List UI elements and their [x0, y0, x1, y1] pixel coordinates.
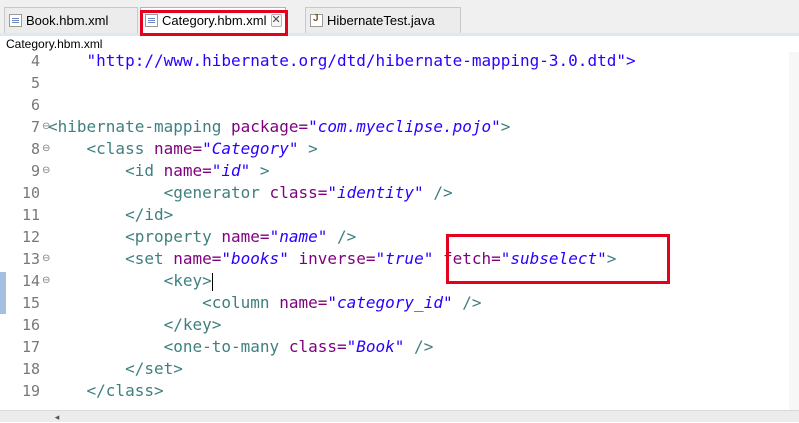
line-number: 6: [30, 96, 40, 114]
line-number: 5: [30, 74, 40, 92]
horizontal-scrollbar[interactable]: ◂: [0, 410, 799, 422]
line-number: 19: [21, 382, 40, 400]
code-line-11: </id>: [48, 204, 173, 226]
attribute: fetch=: [433, 249, 501, 268]
line-number: 12: [21, 228, 40, 246]
attribute: inverse=: [288, 249, 376, 268]
tab-hibernatetest-java[interactable]: HibernateTest.java: [305, 7, 461, 33]
code-line-14: <key>: [48, 270, 213, 292]
tag: <hibernate-mapping: [48, 117, 222, 136]
line-number: 13: [21, 250, 40, 268]
tag: <key>: [48, 271, 212, 290]
attribute-value: "id": [211, 161, 251, 180]
tag-close: >: [250, 161, 270, 180]
attribute-value: "subselect": [500, 249, 607, 268]
code-line-16: </key>: [48, 314, 222, 336]
line-number: 16: [21, 316, 40, 334]
attribute: package=: [221, 117, 309, 136]
doctype-url: "http://www.hibernate.org/dtd/hibernate-…: [48, 51, 636, 70]
tag: <set: [48, 249, 164, 268]
attribute-value: "name": [269, 227, 328, 246]
tag-close: />: [423, 183, 453, 202]
tag-close: />: [404, 337, 434, 356]
line-number: 10: [21, 184, 40, 202]
code-line-12: <property name="name" />: [48, 226, 356, 248]
line-number-gutter: 4 5 6 7 8 9 10 11 12 13 14 15 16 17 18 1…: [6, 52, 50, 410]
java-file-icon: [310, 13, 323, 27]
tag: </set>: [48, 359, 183, 378]
line-number: 11: [21, 206, 40, 224]
line-number: 15: [21, 294, 40, 312]
line-number: 8: [30, 140, 40, 158]
xml-file-icon: [145, 14, 158, 27]
code-line-13: <set name="books" inverse="true" fetch="…: [48, 248, 616, 270]
code-line-10: <generator class="identity" />: [48, 182, 453, 204]
tag: </key>: [48, 315, 222, 334]
tab-label: Book.hbm.xml: [26, 13, 109, 28]
code-line-17: <one-to-many class="Book" />: [48, 336, 434, 358]
vertical-scrollbar[interactable]: [789, 52, 799, 410]
code-line-4: "http://www.hibernate.org/dtd/hibernate-…: [48, 50, 636, 72]
code-line-15: <column name="category_id" />: [48, 292, 482, 314]
attribute-value: "Book": [346, 337, 405, 356]
line-number: 14: [21, 272, 40, 290]
tag: </id>: [48, 205, 174, 224]
xml-editor[interactable]: 4 5 6 7 8 9 10 11 12 13 14 15 16 17 18 1…: [0, 50, 799, 410]
tag-close: >: [606, 249, 617, 268]
code-line-18: </set>: [48, 358, 183, 380]
attribute: class=: [279, 337, 347, 356]
attribute-value: "com.myeclipse.pojo": [308, 117, 501, 136]
tag: </class>: [48, 381, 164, 400]
line-number: 4: [30, 52, 40, 70]
tag-close: >: [500, 117, 511, 136]
tab-book-hbm-xml[interactable]: Book.hbm.xml: [4, 7, 138, 33]
attribute-value: "true": [375, 249, 434, 268]
code-line-7: <hibernate-mapping package="com.myeclips…: [48, 116, 510, 138]
tab-label: HibernateTest.java: [327, 13, 435, 28]
editor-tab-bar: Book.hbm.xml Category.hbm.xml ✕ Hibernat…: [0, 0, 799, 36]
tag: <id: [48, 161, 154, 180]
attribute-value: "Category": [202, 139, 299, 158]
close-icon[interactable]: ✕: [270, 14, 282, 27]
tag: <property: [48, 227, 212, 246]
attribute: class=: [259, 183, 328, 202]
code-line-19: </class>: [48, 380, 164, 402]
scroll-left-arrow-icon[interactable]: ◂: [50, 411, 64, 423]
code-area[interactable]: "http://www.hibernate.org/dtd/hibernate-…: [48, 50, 788, 410]
attribute: name=: [211, 227, 270, 246]
attribute-value: "identity": [327, 183, 424, 202]
attribute-value: "category_id": [327, 293, 453, 312]
line-number: 9: [30, 162, 40, 180]
tab-label: Category.hbm.xml: [162, 13, 267, 28]
tag: <column: [48, 293, 270, 312]
code-line-9: <id name="id" >: [48, 160, 270, 182]
text-cursor: [211, 272, 213, 291]
tab-category-hbm-xml[interactable]: Category.hbm.xml ✕: [140, 7, 286, 33]
line-number: 7: [30, 118, 40, 136]
line-number: 17: [21, 338, 40, 356]
tag-close: />: [452, 293, 482, 312]
attribute: name=: [153, 161, 212, 180]
attribute: name=: [269, 293, 328, 312]
attribute: name=: [163, 249, 222, 268]
line-number: 18: [21, 360, 40, 378]
attribute-value: "books": [221, 249, 289, 268]
tag: <class: [48, 139, 145, 158]
code-line-8: <class name="Category" >: [48, 138, 318, 160]
tag-close: />: [327, 227, 357, 246]
tag-close: >: [298, 139, 318, 158]
tag: <generator: [48, 183, 260, 202]
attribute: name=: [144, 139, 203, 158]
tag: <one-to-many: [48, 337, 280, 356]
xml-file-icon: [9, 14, 22, 27]
